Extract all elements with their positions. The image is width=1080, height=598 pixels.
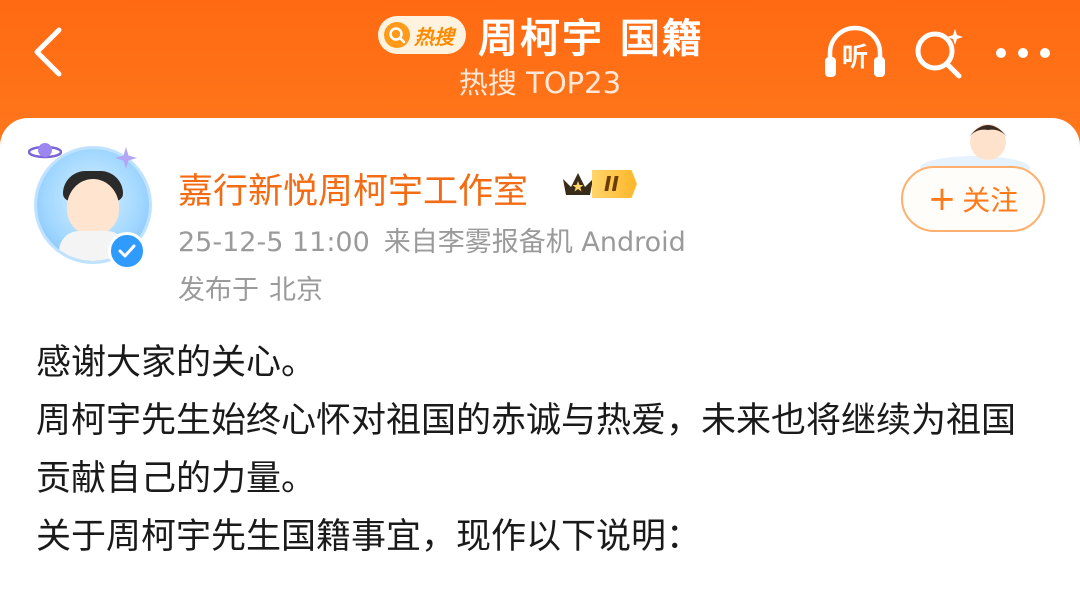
follow-label: 关注 [962,184,1019,217]
header-actions: 听 [806,18,1058,88]
post-meta: 25-12-5 11:00 来自李雾报备机 Android [178,220,700,259]
search-button[interactable] [904,18,974,88]
post-paragraph: 感谢大家的关心。 [36,343,317,383]
planet-decor-icon [28,143,62,159]
crown-icon [563,173,593,195]
search-hot-icon [384,22,410,48]
listen-label: 听 [841,43,868,73]
topic-title-row: 热搜 周柯宇 国籍 [378,10,704,62]
star-decor-icon [115,147,137,169]
post-source: 来自李雾报备机 Android [383,227,686,258]
plus-icon: + [927,179,957,219]
post-timestamp: 25-12-5 11:00 [178,227,370,258]
post-paragraph: 关于周柯宇先生国籍事宜，现作以下说明： [36,517,702,557]
post-paragraph: 周柯宇先生始终心怀对祖国的赤诚与热爱，未来也将继续为祖国贡献自己的力量。 [36,401,1017,499]
checkmark-icon [118,244,136,258]
hot-search-badge[interactable]: 热搜 [378,16,466,54]
vip-badge[interactable]: II [560,168,637,200]
verified-badge [108,232,146,270]
author-name[interactable]: 嘉行新悦周柯宇工作室 [178,163,528,214]
more-dots-icon [996,48,1050,58]
weibo-post-page: 热搜 周柯宇 国籍 热搜 TOP23 听 嘉行新悦周柯宇工作室 II 25-12… [0,0,1080,598]
post-body: 感谢大家的关心。 周柯宇先生始终心怀对祖国的赤诚与热爱，未来也将继续为祖国贡献自… [36,334,1046,566]
search-sparkle-icon [915,29,963,79]
listen-icon: 听 [822,23,888,83]
hot-badge-label: 热搜 [414,24,454,49]
post-card: 嘉行新悦周柯宇工作室 II 25-12-5 11:00 来自李雾报备机 Andro… [0,118,1080,598]
location-value: 北京 [269,275,323,306]
location-prefix: 发布于 [178,275,259,306]
vip-level: II [592,170,637,198]
follow-button[interactable]: + 关注 [901,166,1045,232]
hot-search-header: 热搜 周柯宇 国籍 热搜 TOP23 听 [0,0,1080,130]
topic-title: 周柯宇 国籍 [478,16,704,62]
more-button[interactable] [988,18,1058,88]
post-location: 发布于 北京 [178,268,333,307]
listen-button[interactable]: 听 [820,18,890,88]
